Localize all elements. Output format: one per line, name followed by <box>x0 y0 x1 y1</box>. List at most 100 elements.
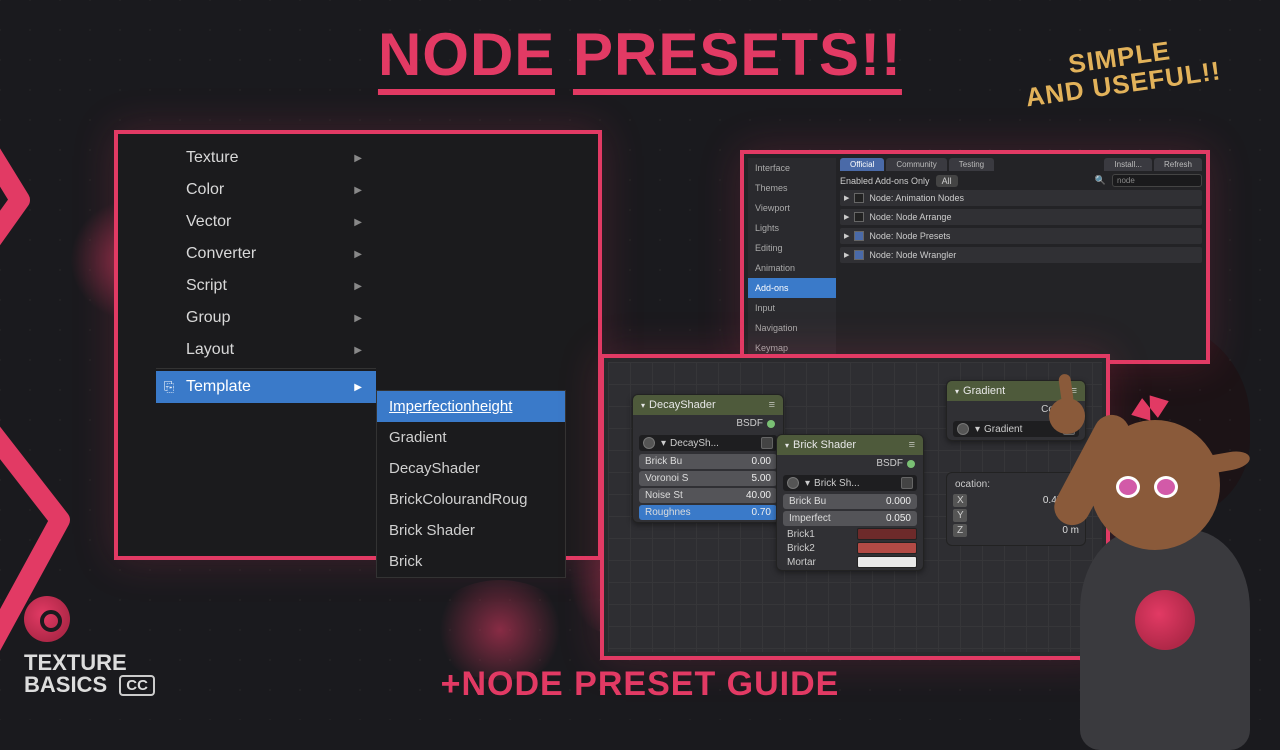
menu-item-template[interactable]: ⎘ Template ▶ <box>156 371 376 403</box>
submenu-item[interactable]: Imperfectionheight <box>377 391 565 422</box>
node-title: DecayShader <box>649 399 716 411</box>
sidebar-item[interactable]: Viewport <box>748 198 836 218</box>
template-icon: ⎘ <box>164 379 178 395</box>
submenu-item[interactable]: DecayShader <box>377 453 565 484</box>
submenu-item[interactable]: Brick Shader <box>377 515 565 546</box>
filter-all[interactable]: All <box>936 175 958 187</box>
blender-logo-icon <box>24 596 70 642</box>
menu-label: Color <box>186 181 224 199</box>
chevron-right-icon: ▶ <box>354 313 362 324</box>
color-label: Mortar <box>787 557 816 568</box>
menu-label: Vector <box>186 213 231 231</box>
submenu-item[interactable]: Brick <box>377 546 565 577</box>
search-icon: 🔍 <box>1095 175 1106 186</box>
chevron-right-icon: ▶ <box>354 345 362 356</box>
node-field[interactable]: Brick Bu0.00 <box>639 454 777 469</box>
menu-item-vector[interactable]: Vector ▶ <box>156 206 376 238</box>
chevron-right-icon: ▶ <box>354 382 362 393</box>
disclosure-icon: ▶ <box>844 251 849 259</box>
search-input[interactable]: node <box>1112 174 1202 187</box>
node-color-input[interactable]: Brick2 <box>783 542 917 554</box>
submenu-item[interactable]: Gradient <box>377 422 565 453</box>
addon-name: Node: Node Arrange <box>869 212 951 222</box>
node-output: BSDF <box>633 415 783 432</box>
menu-label: Script <box>186 277 227 295</box>
node-field[interactable]: Voronoi S5.00 <box>639 471 777 486</box>
menu-item-texture[interactable]: Texture▶ <box>156 142 376 174</box>
sidebar-item[interactable]: Interface <box>748 158 836 178</box>
disclosure-icon: ▶ <box>844 232 849 240</box>
cc-badge: CC <box>119 675 155 696</box>
menu-separator <box>156 368 376 369</box>
menu-item-converter[interactable]: Converter▶ <box>156 238 376 270</box>
node-group-picker[interactable]: ▾DecaySh... <box>639 435 777 451</box>
sidebar-item[interactable]: Lights <box>748 218 836 238</box>
addon-row[interactable]: ▶ Node: Node Wrangler <box>840 247 1202 263</box>
checkbox[interactable] <box>854 212 864 222</box>
menu-item-group[interactable]: Group ▶ <box>156 302 376 334</box>
datablock-icon <box>957 423 969 435</box>
node-brickshader[interactable]: ▾Brick Shader≡ BSDF ▾Brick Sh... Brick B… <box>776 434 924 571</box>
prefs-sidebar: Interface Themes Viewport Lights Editing… <box>748 158 836 356</box>
node-header[interactable]: ▾Brick Shader≡ <box>777 435 923 455</box>
submenu-item[interactable]: BrickColourandRoug <box>377 484 565 515</box>
checkbox[interactable] <box>854 193 864 203</box>
install-button[interactable]: Install... <box>1104 158 1152 171</box>
menu-item-script[interactable]: Script ▶ <box>156 270 376 302</box>
node-color-input[interactable]: Mortar <box>783 556 917 568</box>
addon-name: Node: Node Wrangler <box>869 250 956 260</box>
addon-name: Node: Node Presets <box>869 231 950 241</box>
brand-line: TEXTURE <box>24 652 155 674</box>
sidebar-item[interactable]: Animation <box>748 258 836 278</box>
socket-icon[interactable] <box>907 460 915 468</box>
addon-name: Node: Animation Nodes <box>869 193 964 203</box>
shield-icon <box>901 477 913 489</box>
node-field[interactable]: Roughnes0.70 <box>639 505 777 520</box>
prefs-tab[interactable]: Community <box>886 158 946 171</box>
checkbox[interactable] <box>854 231 864 241</box>
prefs-tab[interactable]: Testing <box>949 158 994 171</box>
node-group-picker[interactable]: ▾Brick Sh... <box>783 475 917 491</box>
node-field[interactable]: Noise St40.00 <box>639 488 777 503</box>
disclosure-icon: ▶ <box>844 213 849 221</box>
node-field[interactable]: Imperfect0.050 <box>783 511 917 526</box>
refresh-button[interactable]: Refresh <box>1154 158 1202 171</box>
sidebar-item[interactable]: Editing <box>748 238 836 258</box>
axis-label: Y <box>953 509 967 522</box>
menu-label: Texture <box>186 149 238 167</box>
prefs-tab[interactable]: Official <box>840 158 884 171</box>
add-menu: Texture▶ Color▶ Vector▶ Converter▶ Scrip… <box>156 142 376 403</box>
node-color-input[interactable]: Brick1 <box>783 528 917 540</box>
sidebar-item-addons[interactable]: Add-ons <box>748 278 836 298</box>
color-swatch[interactable] <box>857 556 917 568</box>
chevron-right-icon: ▶ <box>354 185 362 196</box>
socket-icon[interactable] <box>767 420 775 428</box>
menu-label: Group <box>186 309 230 327</box>
color-swatch[interactable] <box>857 528 917 540</box>
addon-row[interactable]: ▶Node: Animation Nodes <box>840 190 1202 206</box>
color-label: Brick2 <box>787 543 815 554</box>
chevron-right-icon: ▶ <box>354 281 362 292</box>
brand-line: BASICS <box>24 672 107 697</box>
filter-label: Enabled Add-ons Only <box>840 176 930 186</box>
addon-row[interactable]: ▶ Node: Node Presets <box>840 228 1202 244</box>
grip-icon: ≡ <box>909 439 915 451</box>
node-output: BSDF <box>777 455 923 472</box>
output-label: BSDF <box>876 458 903 469</box>
node-field[interactable]: Brick Bu0.000 <box>783 494 917 509</box>
node-header[interactable]: ▾DecayShader≡ <box>633 395 783 415</box>
checkbox[interactable] <box>854 250 864 260</box>
menu-item-layout[interactable]: Layout▶ <box>156 334 376 366</box>
chevron-down-icon: ▾ <box>785 441 789 450</box>
subtitle: +NODE PRESET GUIDE <box>441 665 840 704</box>
addon-row[interactable]: ▶ Node: Node Arrange <box>840 209 1202 225</box>
color-label: Brick1 <box>787 529 815 540</box>
sidebar-item[interactable]: Input <box>748 298 836 318</box>
color-swatch[interactable] <box>857 542 917 554</box>
node-decayshader[interactable]: ▾DecayShader≡ BSDF ▾DecaySh... Brick Bu0… <box>632 394 784 523</box>
menu-item-color[interactable]: Color ▶ <box>156 174 376 206</box>
sidebar-item[interactable]: Navigation <box>748 318 836 338</box>
chevron-right-icon: ▶ <box>354 217 362 228</box>
sidebar-item[interactable]: Themes <box>748 178 836 198</box>
picker-label: Brick Sh... <box>814 478 860 489</box>
